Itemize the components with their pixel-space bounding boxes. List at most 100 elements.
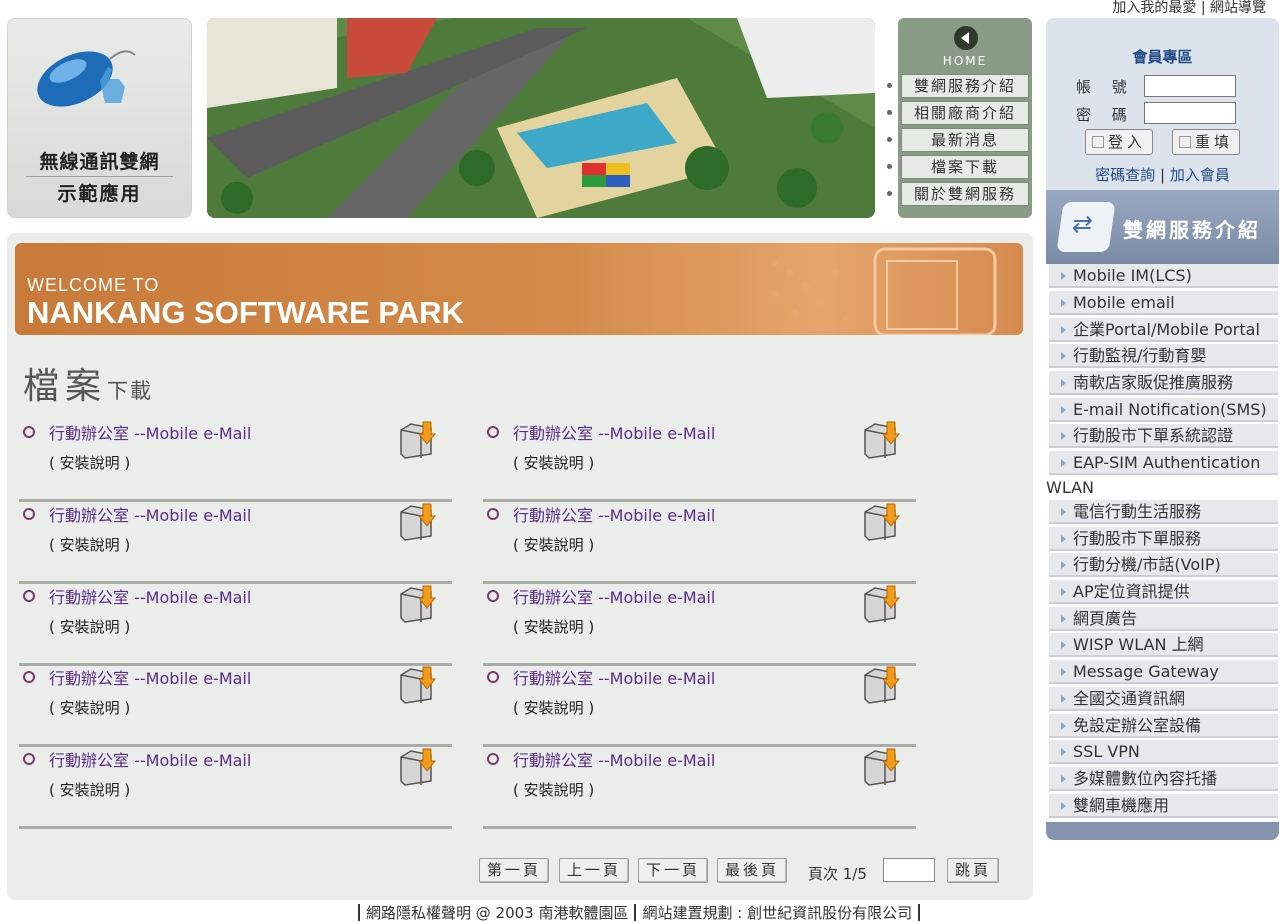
file-name-link[interactable]: 行動辦公室 --Mobile e-Mail [49,502,251,526]
service-item-label: 行動股市下單系統認證 [1073,426,1234,445]
exchange-icon [1056,202,1116,252]
download-icon[interactable] [861,584,901,624]
install-guide-link[interactable]: ( 安裝說明 ) [49,616,130,637]
download-icon[interactable] [397,665,437,705]
bullet-icon [487,508,499,520]
arrow-right-icon [1061,299,1066,307]
file-name-link[interactable]: 行動辦公室 --Mobile e-Mail [49,420,251,444]
sitemap-link[interactable]: 網站導覽 [1210,0,1266,16]
service-item[interactable]: 南軟店家販促推廣服務 [1049,371,1278,395]
next-page-button[interactable]: 下一頁 [638,858,708,883]
logo-subtitle: 示範應用 [57,183,142,205]
nav-item-about[interactable]: 關於雙網服務 [887,182,1029,206]
service-item[interactable]: 多媒體數位內容托播 [1049,767,1278,791]
service-item[interactable]: 電信行動生活服務 [1049,500,1278,524]
last-page-button[interactable]: 最後頁 [717,858,787,883]
password-input[interactable] [1144,102,1236,124]
install-guide-link[interactable]: ( 安裝說明 ) [513,452,594,473]
download-icon[interactable] [397,420,437,460]
forgot-password-link[interactable]: 密碼查詢 [1095,166,1155,184]
file-name-link[interactable]: 行動辦公室 --Mobile e-Mail [49,584,251,608]
services-title: 雙網服務介紹 [1123,218,1261,242]
service-item[interactable]: 雙網車機應用 [1049,794,1278,818]
arrow-right-icon [1061,432,1066,440]
services-footer [1046,822,1279,840]
install-guide-link[interactable]: ( 安裝說明 ) [49,452,130,473]
download-icon[interactable] [397,502,437,542]
service-item[interactable]: E-mail Notification(SMS) [1049,398,1278,422]
bullet-icon [487,671,499,683]
arrow-right-icon [1061,406,1066,414]
download-icon[interactable] [861,420,901,460]
install-guide-link[interactable]: ( 安裝說明 ) [49,534,130,555]
reset-button[interactable]: 重填 [1172,129,1240,155]
service-item-label: 全國交通資訊網 [1073,689,1186,708]
service-item[interactable]: AP定位資訊提供 [1049,580,1278,604]
main-nav: HOME 雙網服務介紹 相關廠商介紹 最新消息 檔案下載 關於雙網服務 [887,18,1032,218]
page-number-input[interactable] [883,858,935,882]
service-item-label: 行動股市下單服務 [1073,529,1202,548]
file-name-link[interactable]: 行動辦公室 --Mobile e-Mail [49,665,251,689]
download-icon[interactable] [861,502,901,542]
install-guide-link[interactable]: ( 安裝說明 ) [513,779,594,800]
page-info: 頁次 1/5 [808,865,867,883]
bullet-icon [487,590,499,602]
nav-item-downloads[interactable]: 檔案下載 [887,155,1029,179]
account-input[interactable] [1144,75,1236,97]
service-item[interactable]: 行動分機/市話(VoIP) [1049,553,1278,577]
site-logo[interactable]: 無線通訊雙網 示範應用 [7,18,192,218]
install-guide-link[interactable]: ( 安裝說明 ) [49,697,130,718]
file-name-link[interactable]: 行動辦公室 --Mobile e-Mail [513,420,715,444]
service-item[interactable]: Mobile IM(LCS) [1049,264,1278,288]
login-button[interactable]: 登入 [1085,129,1153,155]
row-divider [483,826,916,829]
home-icon[interactable] [954,26,978,50]
service-item[interactable]: WISP WLAN 上網 [1049,633,1278,657]
service-item[interactable]: Mobile email [1049,291,1278,315]
nav-item-service-intro[interactable]: 雙網服務介紹 [887,74,1029,98]
download-icon[interactable] [397,747,437,787]
file-name-link[interactable]: 行動辦公室 --Mobile e-Mail [513,747,715,771]
service-item[interactable]: 企業Portal/Mobile Portal [1049,318,1278,342]
arrow-right-icon [1061,668,1066,676]
service-item[interactable]: Message Gateway [1049,660,1278,684]
service-item[interactable]: 行動股市下單系統認證 [1049,424,1278,448]
nav-item-vendors[interactable]: 相關廠商介紹 [887,101,1029,125]
install-guide-link[interactable]: ( 安裝說明 ) [513,697,594,718]
add-favorite-link[interactable]: 加入我的最愛 [1112,0,1196,16]
service-item[interactable]: 網頁廣告 [1049,607,1278,631]
arrow-right-icon [1061,615,1066,623]
download-icon[interactable] [861,747,901,787]
service-item[interactable]: 免設定辦公室設備 [1049,714,1278,738]
nav-item-label: 最新消息 [930,131,999,149]
bullet-icon [23,671,35,683]
join-member-link[interactable]: 加入會員 [1170,166,1230,184]
first-page-button[interactable]: 第一頁 [479,858,549,883]
install-guide-link[interactable]: ( 安裝說明 ) [513,616,594,637]
install-guide-link[interactable]: ( 安裝說明 ) [49,779,130,800]
privacy-link[interactable]: 網路隱私權聲明 @ 2003 南港軟體園區 [366,904,628,922]
file-name-link[interactable]: 行動辦公室 --Mobile e-Mail [513,584,715,608]
service-item[interactable]: 行動股市下單服務 [1049,527,1278,551]
home-link[interactable]: HOME [898,54,1032,68]
file-entry: 行動辦公室 --Mobile e-Mail ( 安裝說明 ) [19,420,452,502]
service-item[interactable]: EAP-SIM Authentication [1049,451,1278,475]
service-overflow-text: WLAN [1046,478,1095,497]
file-name-link[interactable]: 行動辦公室 --Mobile e-Mail [513,665,715,689]
file-name-link[interactable]: 行動辦公室 --Mobile e-Mail [513,502,715,526]
download-icon[interactable] [397,584,437,624]
service-item[interactable]: 行動監視/行動育嬰 [1049,344,1278,368]
go-page-button[interactable]: 跳頁 [947,858,999,883]
file-name-link[interactable]: 行動辦公室 --Mobile e-Mail [49,747,251,771]
nav-item-news[interactable]: 最新消息 [887,128,1029,152]
prev-page-button[interactable]: 上一頁 [559,858,629,883]
service-item[interactable]: 全國交通資訊網 [1049,687,1278,711]
install-guide-link[interactable]: ( 安裝說明 ) [513,534,594,555]
download-icon[interactable] [861,665,901,705]
nav-item-label: 相關廠商介紹 [913,104,1016,122]
service-item[interactable]: SSL VPN [1049,740,1278,764]
nav-item-label: 檔案下載 [930,158,999,176]
bullet-icon [487,426,499,438]
welcome-line2: NANKANG SOFTWARE PARK [27,295,464,330]
arrow-right-icon [1061,775,1066,783]
